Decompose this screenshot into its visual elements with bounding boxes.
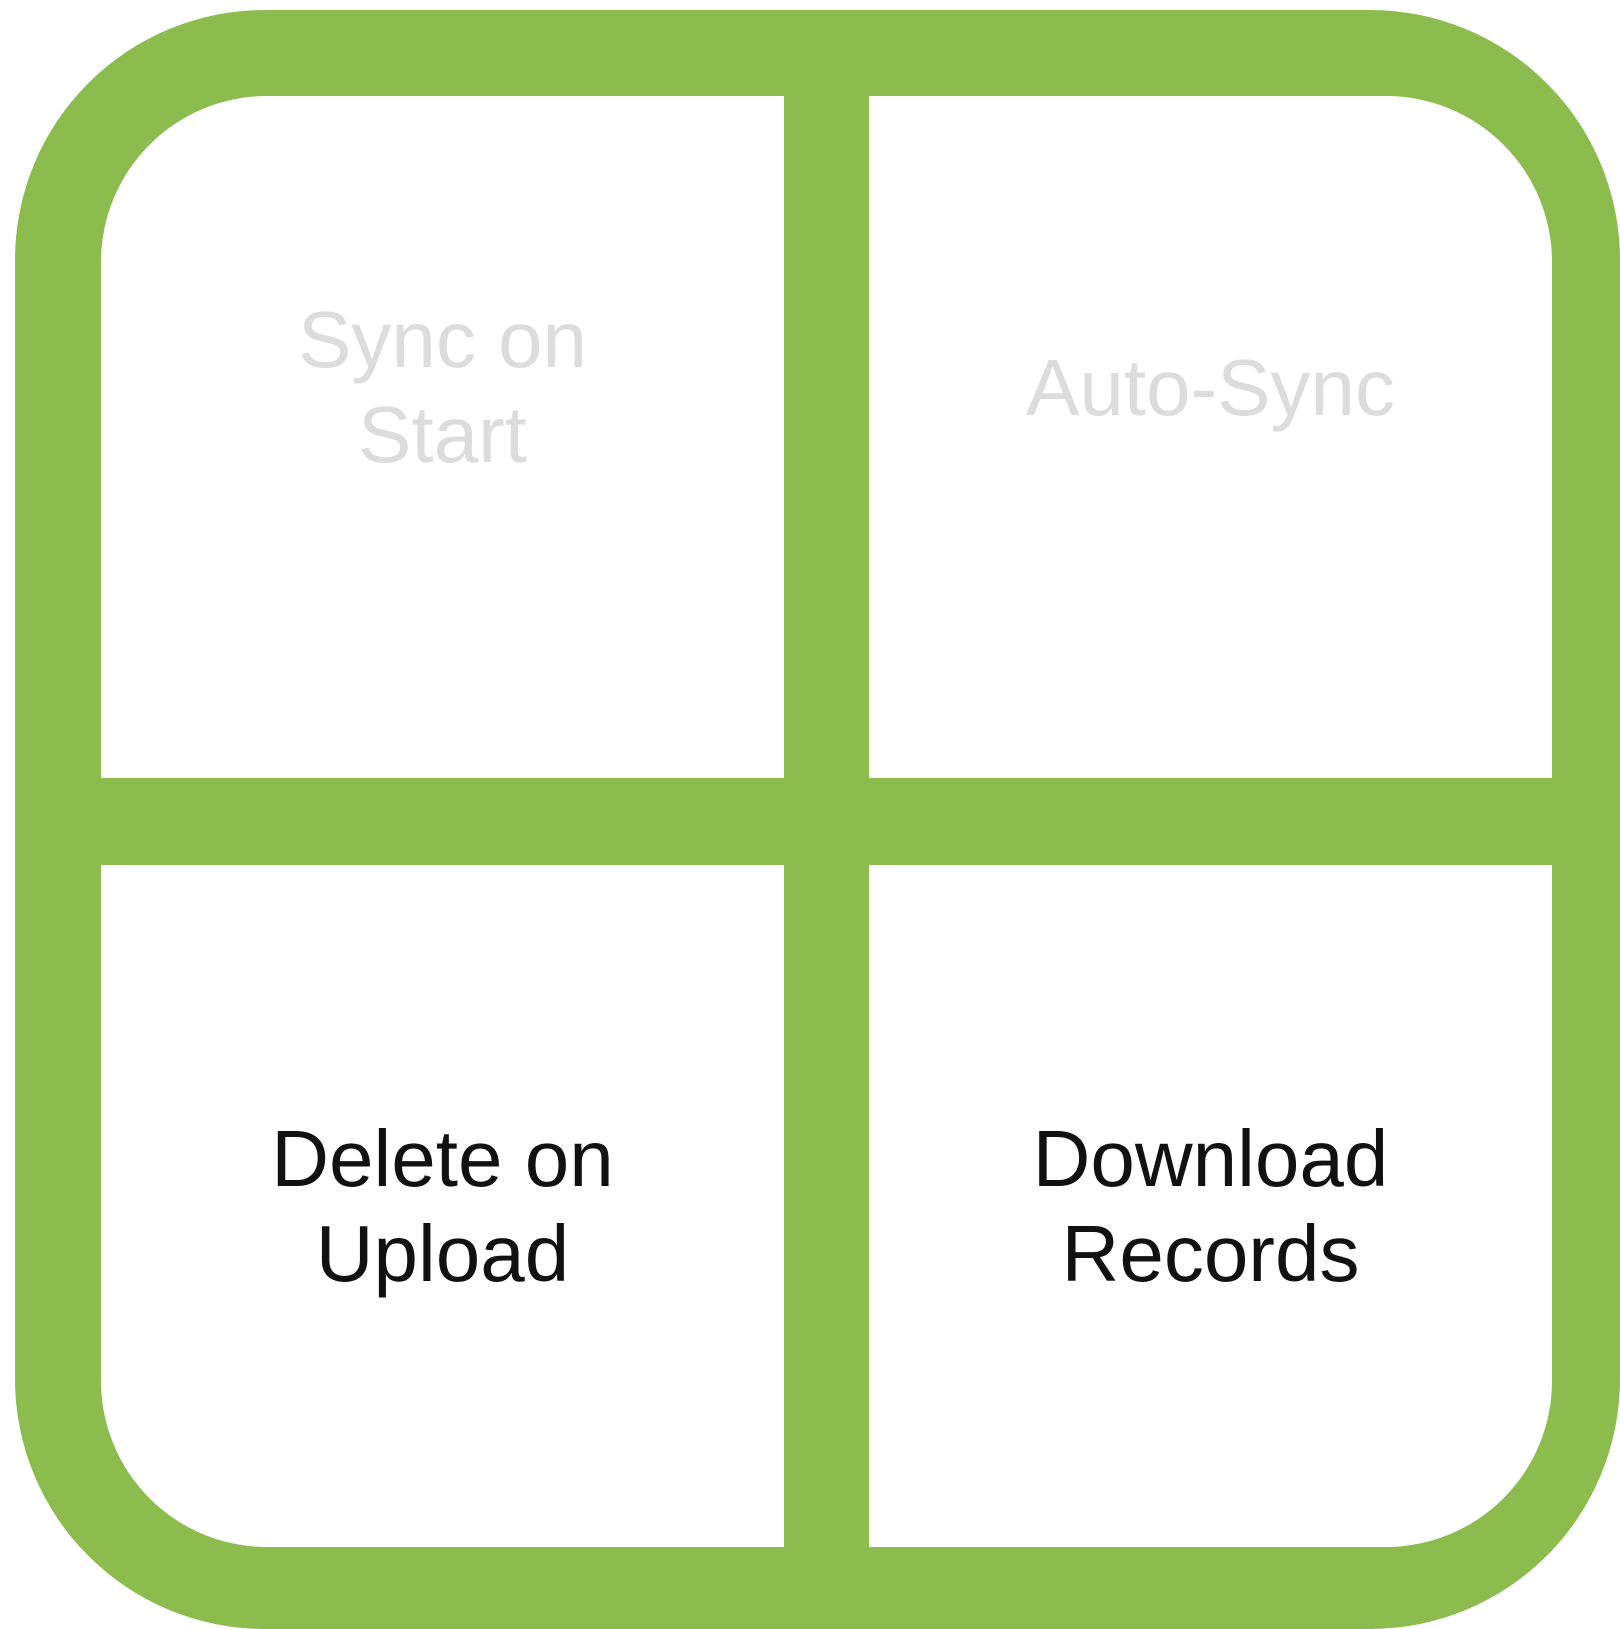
auto-sync-label: Auto-Sync [1025, 342, 1396, 432]
sync-options-panel: Sync on Start Auto-Sync Delete on Upload… [15, 10, 1620, 1629]
sync-on-start-label: Sync on Start [297, 295, 588, 479]
download-records-label: Download Records [1032, 1114, 1389, 1298]
download-records-button[interactable]: Download Records [869, 865, 1552, 1547]
delete-on-upload-button[interactable]: Delete on Upload [101, 865, 784, 1547]
auto-sync-button[interactable]: Auto-Sync [869, 96, 1552, 778]
sync-on-start-button[interactable]: Sync on Start [101, 96, 784, 778]
delete-on-upload-label: Delete on Upload [271, 1114, 614, 1298]
